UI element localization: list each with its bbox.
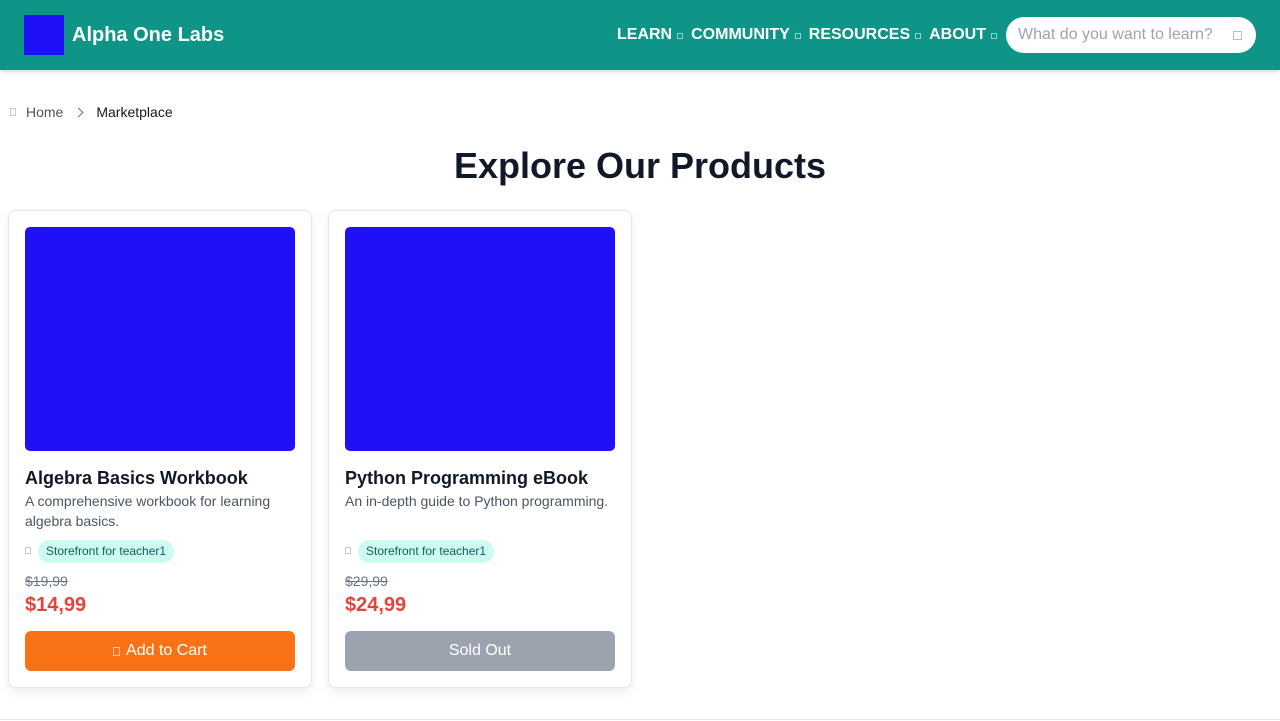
- nav-item-label: RESOURCES: [808, 26, 911, 43]
- chevron-down-icon: [991, 33, 998, 39]
- nav-item-label: LEARN: [617, 26, 673, 43]
- product-description: An in-depth guide to Python programming.: [345, 493, 609, 509]
- original-price: $29,99: [345, 573, 388, 589]
- button-label: Sold Out: [448, 642, 512, 659]
- page-title: Explore Our Products: [453, 145, 827, 186]
- nav-item-resources[interactable]: RESOURCES: [808, 25, 922, 45]
- footer-divider: [0, 719, 1280, 720]
- store-icon: [345, 547, 351, 554]
- storefront-badge[interactable]: Storefront for teacher1: [358, 540, 495, 563]
- sale-price: $24,99: [345, 594, 407, 616]
- chevron-down-icon: [915, 33, 922, 39]
- product-image[interactable]: [25, 227, 295, 451]
- store-icon: [25, 547, 31, 554]
- top-navbar: Alpha One Labs LEARN COMMUNITY RESOURCES…: [0, 0, 1280, 70]
- nav-item-label: COMMUNITY: [691, 26, 790, 43]
- home-icon: [10, 108, 16, 116]
- add-to-cart-button[interactable]: Add to Cart: [25, 631, 295, 671]
- search-input[interactable]: [1018, 25, 1228, 45]
- nav-item-label: ABOUT: [929, 26, 987, 43]
- product-title[interactable]: Algebra Basics Workbook: [25, 467, 248, 489]
- sale-price: $14,99: [25, 594, 87, 616]
- product-title[interactable]: Python Programming eBook: [345, 467, 588, 489]
- logo[interactable]: [24, 15, 64, 55]
- breadcrumb-current: Marketplace: [96, 104, 173, 120]
- product-image[interactable]: [345, 227, 615, 451]
- product-card: Python Programming eBook An in-depth gui…: [328, 210, 632, 688]
- main-nav: LEARN COMMUNITY RESOURCES ABOUT: [617, 25, 1005, 45]
- brand-name[interactable]: Alpha One Labs: [72, 23, 224, 47]
- cart-icon: [113, 646, 121, 656]
- chevron-down-icon: [794, 33, 801, 39]
- button-label: Add to Cart: [126, 642, 207, 659]
- original-price: $19,99: [25, 573, 68, 589]
- search-bar: [1006, 17, 1256, 53]
- breadcrumb: Home Marketplace: [10, 103, 173, 121]
- product-description: A comprehensive workbook for learning al…: [25, 493, 271, 529]
- storefront-badge[interactable]: Storefront for teacher1: [38, 540, 175, 563]
- chevron-down-icon: [677, 33, 684, 39]
- nav-item-learn[interactable]: LEARN: [617, 25, 684, 45]
- nav-item-community[interactable]: COMMUNITY: [691, 25, 801, 45]
- sold-out-button: Sold Out: [345, 631, 615, 671]
- chevron-right-icon: [73, 107, 84, 117]
- nav-item-about[interactable]: ABOUT: [929, 25, 998, 45]
- breadcrumb-home-link[interactable]: Home: [26, 104, 63, 120]
- product-card: Algebra Basics Workbook A comprehensive …: [8, 210, 312, 688]
- search-icon[interactable]: [1233, 31, 1242, 40]
